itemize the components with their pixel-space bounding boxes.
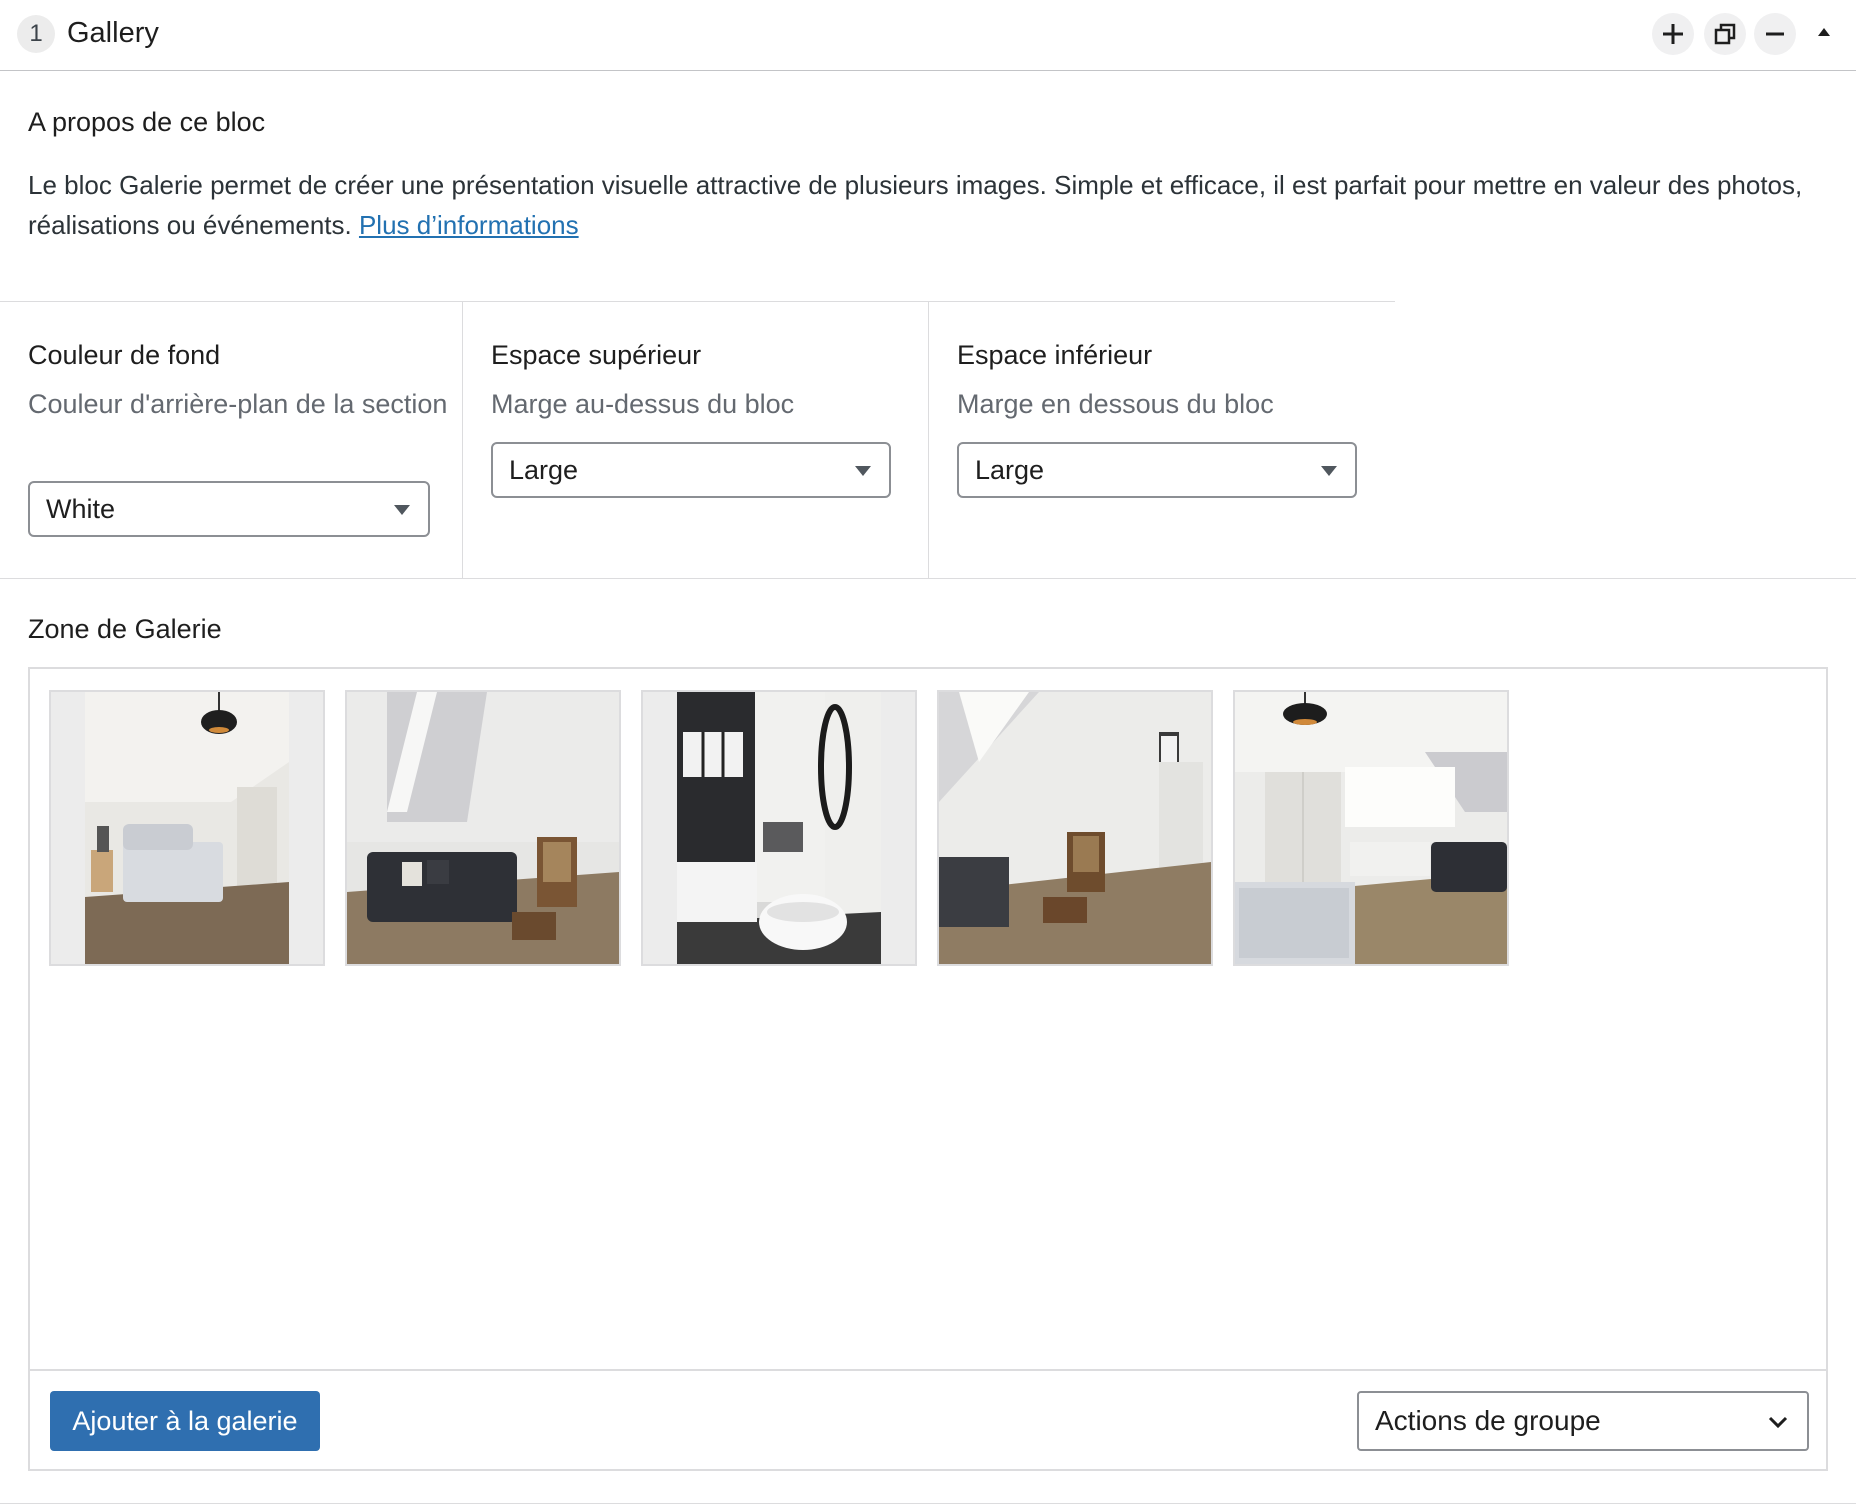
about-description: Le bloc Galerie permet de créer une prés… [28, 170, 1803, 240]
select-value: Large [509, 455, 579, 485]
gallery-zone-title: Zone de Galerie [28, 614, 222, 644]
gallery-thumbnail[interactable] [641, 690, 917, 966]
block-title: Gallery [67, 17, 159, 49]
living-room-photo [347, 692, 619, 964]
add-to-gallery-button[interactable]: Ajouter à la galerie [50, 1391, 320, 1451]
attic-room-photo [939, 692, 1211, 964]
bulk-actions-select[interactable]: Actions de groupe [1357, 1391, 1809, 1451]
block-header: 1 Gallery [0, 0, 1856, 71]
remove-block-button[interactable] [1754, 13, 1796, 55]
add-block-button[interactable] [1652, 13, 1694, 55]
select-value: Actions de groupe [1375, 1405, 1601, 1436]
field-label: Couleur de fond [28, 340, 221, 370]
collapse-block-button[interactable] [1812, 20, 1836, 44]
gallery-thumbnail[interactable] [345, 690, 621, 966]
select-value: Large [975, 455, 1045, 485]
field-label: Espace inférieur [957, 340, 1153, 370]
gallery-thumbnail[interactable] [49, 690, 325, 966]
chevron-down-icon [1768, 1416, 1788, 1429]
about-title: A propos de ce bloc [28, 107, 266, 137]
about-text: Le bloc Galerie permet de créer une prés… [28, 165, 1828, 245]
top-spacing-select[interactable]: Large [491, 442, 891, 498]
plus-icon [1663, 24, 1683, 44]
bedroom-photo [51, 692, 323, 964]
gallery-thumbnail[interactable] [937, 690, 1213, 966]
top-spacing-field: Espace supérieur Marge au-dessus du bloc… [462, 301, 928, 578]
select-value: White [46, 494, 116, 524]
minus-icon [1766, 32, 1784, 36]
more-info-link[interactable]: Plus d’informations [359, 210, 579, 240]
caret-down-icon [1321, 466, 1337, 476]
bathroom-photo [643, 692, 915, 964]
field-label: Espace supérieur [491, 340, 702, 370]
block-index-badge: 1 [17, 15, 55, 53]
duplicate-block-button[interactable] [1704, 13, 1746, 55]
bottom-spacing-select[interactable]: Large [957, 442, 1357, 498]
caret-down-icon [855, 466, 871, 476]
bedroom-sofa-photo [1235, 692, 1507, 964]
field-help: Marge au-dessus du bloc [491, 389, 795, 419]
gallery-thumbnail[interactable] [1233, 690, 1509, 966]
collapse-arrow-icon [1818, 28, 1830, 36]
gallery-footer: Ajouter à la galerie Actions de groupe [30, 1369, 1826, 1471]
caret-down-icon [394, 505, 410, 515]
gallery-zone: Ajouter à la galerie Actions de groupe [28, 667, 1828, 1471]
background-color-select[interactable]: White [28, 481, 430, 537]
field-help: Marge en dessous du bloc [957, 389, 1274, 419]
bottom-spacing-field: Espace inférieur Marge en dessous du blo… [928, 301, 1394, 578]
field-help: Couleur d'arrière-plan de la section [28, 389, 448, 419]
duplicate-icon [1714, 23, 1736, 45]
background-color-field: Couleur de fond Couleur d'arrière-plan d… [0, 301, 462, 578]
settings-row: Couleur de fond Couleur d'arrière-plan d… [0, 301, 1856, 579]
